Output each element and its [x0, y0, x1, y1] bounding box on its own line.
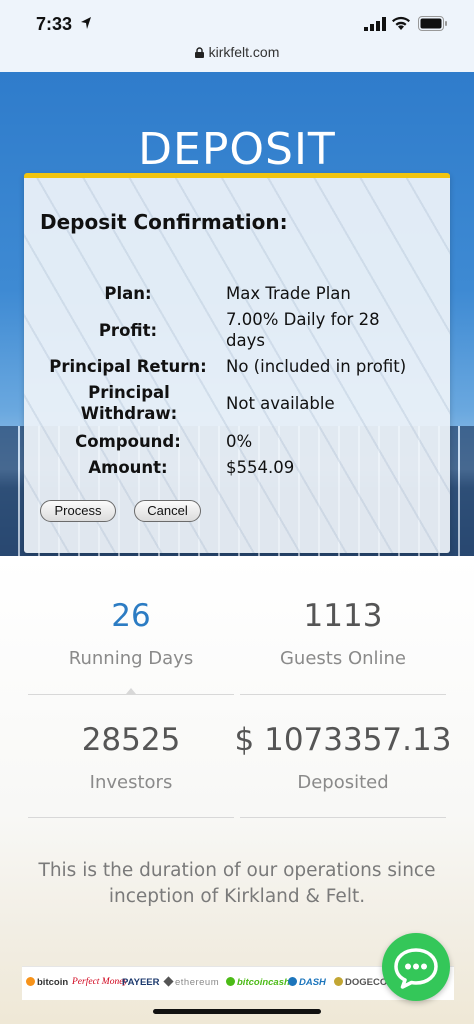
stat-divider	[240, 817, 446, 818]
payment-logo: Perfect Money	[72, 977, 128, 987]
ethereum-icon	[163, 976, 174, 987]
bitcoincash-icon	[226, 977, 235, 986]
active-pointer	[126, 688, 136, 694]
stat-divider	[240, 694, 446, 695]
row-label: Principal Return:	[49, 357, 207, 376]
battery-icon	[418, 16, 447, 31]
status-bar: 7:33	[0, 0, 474, 44]
stat-running-days: 26 Running Days	[28, 598, 234, 669]
row-value: 7.00% Daily for 28 days	[226, 310, 380, 350]
row-label: Profit:	[98, 321, 158, 340]
wifi-icon	[392, 16, 410, 30]
payment-logo: PAYEER	[122, 977, 160, 988]
home-indicator[interactable]	[153, 1009, 321, 1014]
stat-label: Running Days	[68, 648, 194, 669]
row-value: No (included in profit)	[226, 357, 407, 376]
stat-guests-online: 1113 Guests Online	[240, 598, 446, 669]
payment-logo: bitcoincash	[226, 977, 290, 988]
dash-icon	[288, 977, 297, 986]
row-value: $554.09	[226, 458, 295, 477]
page-title: DEPOSIT	[138, 124, 336, 175]
row-value: Not available	[226, 394, 335, 413]
url-text: kirkfelt.com	[208, 44, 280, 60]
chat-button[interactable]	[382, 933, 450, 1001]
payment-logo: ethereum	[163, 976, 220, 988]
process-button[interactable]: Process	[40, 500, 116, 522]
hero-section: DEPOSIT Deposit Confirmation: Plan: Max …	[0, 72, 474, 556]
row-label: Principal Withdraw:	[80, 383, 178, 423]
cancel-button[interactable]: Cancel	[134, 500, 201, 522]
location-arrow-icon	[81, 17, 91, 29]
row-label: Compound:	[75, 432, 181, 451]
stat-number: $ 1073357.13	[234, 722, 452, 758]
stat-deposited: $ 1073357.13 Deposited	[232, 722, 454, 793]
stat-divider	[28, 817, 234, 818]
row-value: Max Trade Plan	[226, 284, 351, 303]
row-value: 0%	[226, 432, 253, 451]
deposit-confirmation-card: Deposit Confirmation: Plan: Max Trade Pl…	[24, 173, 450, 553]
payment-name: bitcoincash	[237, 977, 290, 988]
stat-number: 1113	[303, 598, 383, 634]
bitcoin-icon	[26, 977, 35, 986]
stat-label: Deposited	[297, 772, 389, 793]
row-label: Plan:	[104, 284, 152, 303]
stat-investors: 28525 Investors	[28, 722, 234, 793]
stat-label: Investors	[89, 772, 173, 793]
stat-divider	[28, 694, 234, 695]
status-time: 7:33	[36, 14, 73, 34]
stat-number: 28525	[81, 722, 181, 758]
url-bar[interactable]: kirkfelt.com	[0, 44, 474, 72]
payment-name: bitcoin	[37, 977, 69, 988]
payment-name: DASH	[299, 977, 326, 988]
stat-label: Guests Online	[279, 648, 407, 669]
payment-name: ethereum	[175, 977, 220, 988]
chat-bubble-icon	[394, 948, 438, 989]
confirmation-title: Deposit Confirmation:	[40, 210, 288, 234]
payment-logo: bitcoin	[26, 977, 68, 988]
stat-number: 26	[111, 598, 151, 634]
dogecoin-icon	[334, 977, 343, 986]
lock-icon	[194, 47, 204, 58]
operations-description: This is the duration of our operations s…	[38, 860, 436, 907]
payment-logo: DASH	[288, 977, 326, 988]
cellular-signal-icon	[364, 17, 386, 31]
row-label: Amount:	[88, 458, 168, 477]
